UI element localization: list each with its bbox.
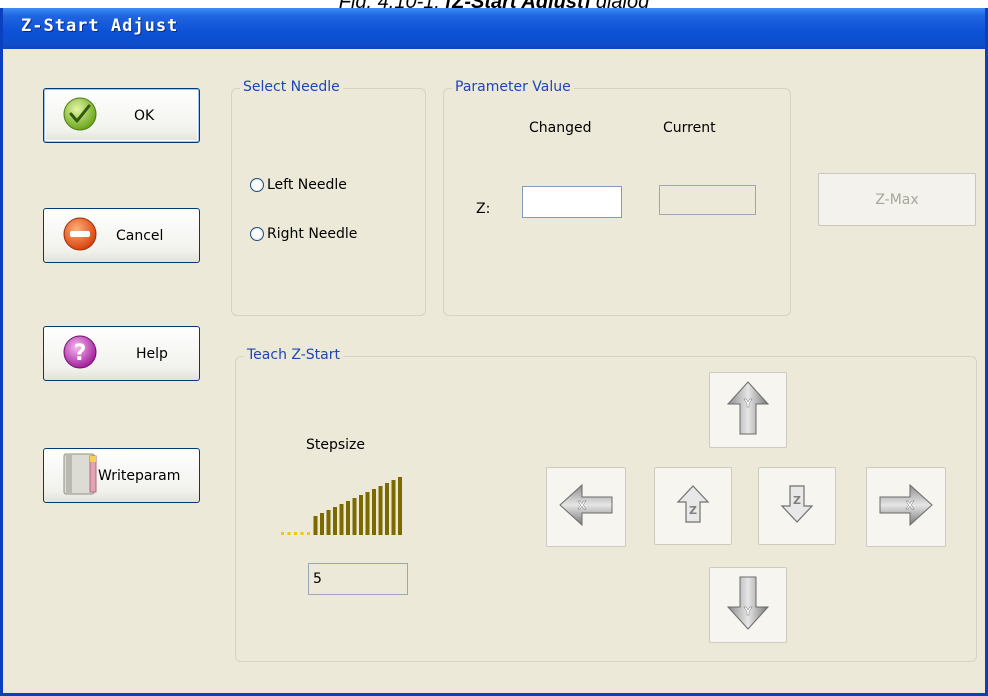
writeparam-button-label: Writeparam: [98, 467, 181, 484]
teach-z-start-group: Teach Z-Start Stepsize 5 Y X Z Z X Y: [235, 347, 977, 662]
stepsize-bars: [281, 477, 402, 535]
z-max-label: Z-Max: [875, 191, 919, 208]
teach-z-start-title: Teach Z-Start: [244, 347, 343, 363]
stepsize-value: 5: [313, 571, 322, 587]
window-title: Z-Start Adjust: [21, 16, 179, 36]
question-icon: ?: [62, 334, 98, 374]
stepsize-slider[interactable]: [281, 475, 441, 535]
z-row-label: Z:: [476, 201, 491, 217]
book-icon: [62, 452, 100, 500]
x-left-button[interactable]: X: [546, 467, 626, 547]
stepsize-bar: [352, 498, 357, 535]
parameter-value-group: Parameter Value Changed Current Z:: [443, 79, 791, 316]
help-button-label: Help: [136, 345, 168, 362]
select-needle-group: Select Needle Left Needle Right Needle: [231, 79, 426, 316]
z-up-icon: Z: [676, 484, 710, 528]
help-button[interactable]: ? Help: [43, 326, 200, 381]
ok-button[interactable]: OK: [43, 88, 200, 143]
stepsize-bar: [294, 532, 297, 535]
arrow-right-icon: X: [878, 483, 934, 531]
radio-circle-icon: [250, 227, 264, 241]
svg-text:Z: Z: [689, 504, 697, 517]
stepsize-bar: [365, 492, 370, 535]
stepsize-bar: [346, 501, 350, 535]
radio-circle-icon: [250, 178, 264, 192]
changed-column-header: Changed: [529, 120, 592, 136]
z-up-button[interactable]: Z: [654, 467, 732, 545]
stepsize-bar: [385, 483, 389, 535]
right-needle-radio[interactable]: Right Needle: [250, 226, 357, 242]
stepsize-bar: [378, 486, 383, 535]
check-icon: [62, 96, 98, 136]
svg-text:Y: Y: [743, 397, 753, 410]
stepsize-bar: [398, 477, 402, 535]
stepsize-bar: [281, 532, 284, 535]
stepsize-bar: [307, 532, 310, 535]
z-down-button[interactable]: Z: [758, 467, 836, 545]
stepsize-bar: [313, 516, 318, 535]
arrow-up-icon: Y: [726, 380, 770, 440]
current-column-header: Current: [663, 120, 716, 136]
cancel-button-label: Cancel: [116, 227, 164, 244]
z-max-button[interactable]: Z-Max: [818, 173, 976, 226]
svg-text:X: X: [578, 499, 587, 512]
z-current-field: [659, 185, 756, 215]
stepsize-value-field[interactable]: 5: [308, 563, 408, 595]
x-right-button[interactable]: X: [866, 467, 946, 547]
stepsize-bar: [320, 513, 324, 535]
arrow-down-icon: Y: [726, 575, 770, 635]
stepsize-bar: [391, 480, 396, 535]
title-bar[interactable]: Z-Start Adjust: [3, 8, 985, 49]
stepsize-bar: [326, 510, 331, 535]
z-changed-input[interactable]: [522, 186, 622, 218]
svg-text:?: ?: [74, 341, 87, 366]
cancel-button[interactable]: Cancel: [43, 208, 200, 263]
y-up-button[interactable]: Y: [709, 372, 787, 448]
writeparam-button[interactable]: Writeparam: [43, 448, 200, 503]
dialog-window: Z-Start Adjust OK Cancel ? Help Writepar…: [0, 8, 988, 696]
ok-button-label: OK: [134, 107, 155, 124]
stepsize-bar: [372, 489, 376, 535]
right-needle-label: Right Needle: [267, 226, 358, 242]
select-needle-title: Select Needle: [240, 79, 343, 95]
stepsize-bar: [287, 532, 291, 535]
y-down-button[interactable]: Y: [709, 567, 787, 643]
parameter-value-title: Parameter Value: [452, 79, 574, 95]
stepsize-bar: [339, 504, 344, 535]
svg-text:Y: Y: [743, 605, 753, 618]
svg-text:X: X: [906, 499, 915, 512]
svg-text:Z: Z: [793, 494, 801, 507]
left-needle-radio[interactable]: Left Needle: [250, 177, 347, 193]
arrow-left-icon: X: [558, 483, 614, 531]
left-needle-label: Left Needle: [267, 177, 347, 193]
z-down-icon: Z: [780, 484, 814, 528]
stepsize-label: Stepsize: [306, 437, 366, 453]
stepsize-bar: [300, 532, 304, 535]
minus-icon: [62, 216, 98, 256]
stepsize-bar: [333, 507, 337, 535]
stepsize-bar: [359, 495, 363, 535]
